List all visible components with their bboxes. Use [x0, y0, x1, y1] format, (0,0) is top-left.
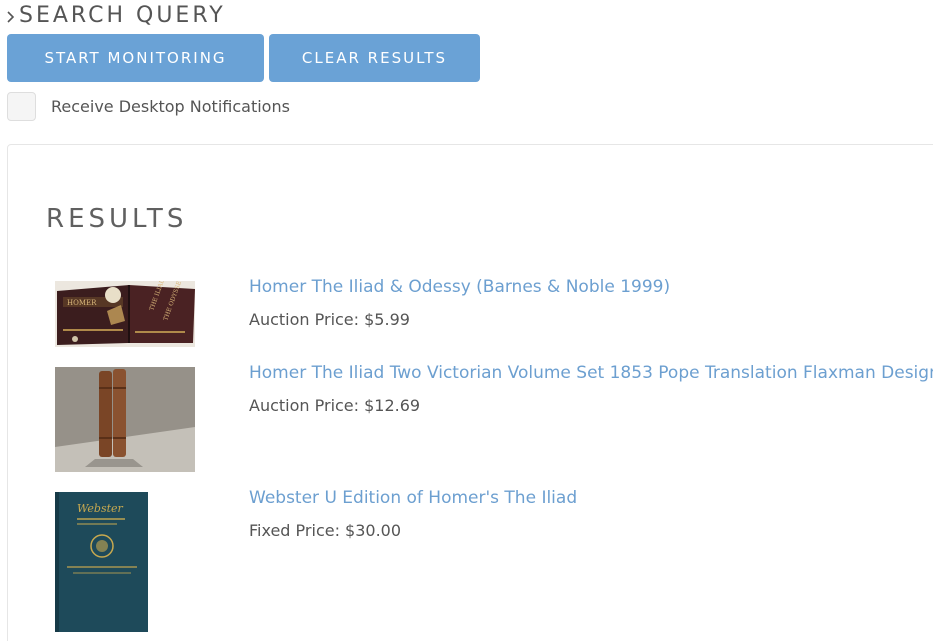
- result-title-link[interactable]: Homer The Iliad & Odessy (Barnes & Noble…: [249, 277, 670, 297]
- start-monitoring-button[interactable]: START MONITORING: [7, 34, 264, 82]
- desktop-notifications-label[interactable]: Receive Desktop Notifications: [51, 97, 290, 116]
- results-heading: RESULTS: [46, 204, 188, 234]
- boxed-book-set-photo[interactable]: HOMER THE ILIAD THE ODYSSEY: [55, 281, 195, 347]
- result-item: Webster Webster U Edition of Homer's The…: [55, 488, 577, 632]
- chevron-right-icon: [7, 11, 15, 23]
- result-item: Homer The Iliad Two Victorian Volume Set…: [55, 363, 933, 472]
- result-price: Auction Price: $5.99: [249, 310, 410, 329]
- desktop-notifications-option: Receive Desktop Notifications: [7, 92, 290, 121]
- search-query-toggle[interactable]: SEARCH QUERY: [4, 3, 226, 29]
- desktop-notifications-checkbox[interactable]: [7, 92, 36, 121]
- svg-text:Webster: Webster: [77, 502, 124, 515]
- result-title-link[interactable]: Webster U Edition of Homer's The Iliad: [249, 488, 577, 508]
- blue-hardcover-book-photo[interactable]: Webster: [55, 492, 148, 632]
- result-price: Fixed Price: $30.00: [249, 521, 402, 540]
- result-item: HOMER THE ILIAD THE ODYSSEY Homer The Il…: [55, 277, 670, 347]
- page: SEARCH QUERY START MONITORING CLEAR RESU…: [0, 0, 933, 641]
- svg-text:HOMER: HOMER: [67, 299, 97, 307]
- search-query-label: SEARCH QUERY: [19, 3, 226, 28]
- result-title-link[interactable]: Homer The Iliad Two Victorian Volume Set…: [249, 363, 933, 383]
- two-volume-book-spines-photo[interactable]: [55, 367, 195, 472]
- clear-results-button[interactable]: CLEAR RESULTS: [269, 34, 480, 82]
- result-price: Auction Price: $12.69: [249, 396, 421, 415]
